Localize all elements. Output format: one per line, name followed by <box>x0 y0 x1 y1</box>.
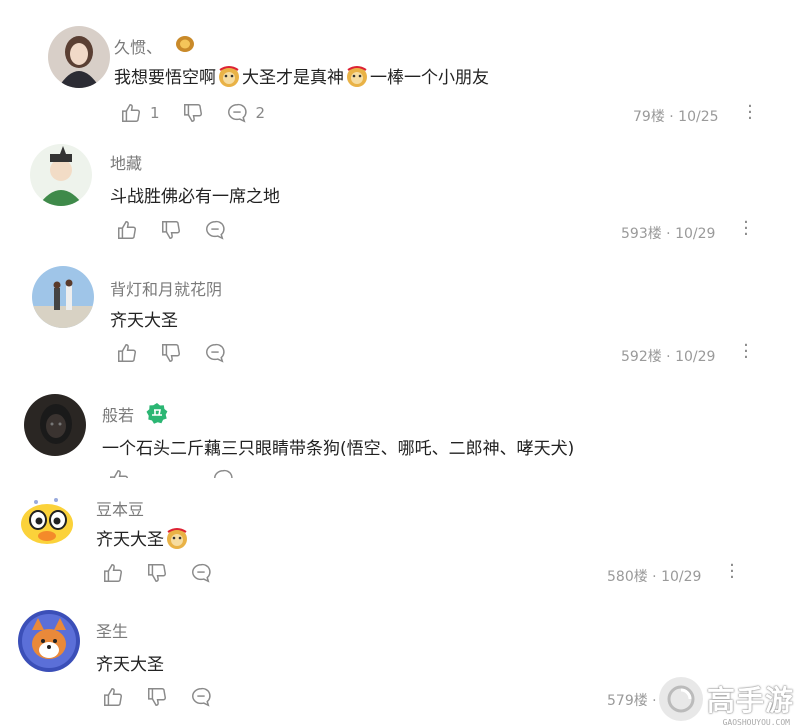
more-options-icon[interactable]: · · · <box>742 337 750 367</box>
comment-4: 般若 一个石头二斤藕三只眼睛带条狗(悟空、哪吒、二郎神、哮天犬) <box>0 380 800 478</box>
comment-text: 斗战胜佛必有一席之地 <box>110 187 280 207</box>
username[interactable]: 久惯、 <box>114 34 162 58</box>
chat-bubble-icon <box>192 563 211 583</box>
floor-date: 79楼 · 10/25 <box>633 109 719 125</box>
reply-button[interactable] <box>204 219 226 241</box>
avatar[interactable] <box>16 490 78 552</box>
chat-bubble-icon <box>192 687 211 707</box>
like-button[interactable] <box>102 562 124 584</box>
comment-actions <box>102 686 234 708</box>
thumbs-up-icon <box>110 470 128 478</box>
monkey-emoji-icon <box>347 65 367 87</box>
like-button[interactable]: 1 <box>120 102 160 124</box>
comment-actions <box>116 342 248 364</box>
thumbs-down-icon <box>162 344 180 362</box>
thumbs-down-icon <box>183 104 202 122</box>
reply-button[interactable] <box>190 686 212 708</box>
comment-text: 齐天大圣 <box>96 655 164 675</box>
username[interactable]: 圣生 <box>96 618 128 642</box>
watermark: 高手游 <box>658 677 794 721</box>
comment-actions <box>102 562 234 584</box>
thumbs-up-icon <box>104 688 122 706</box>
avatar[interactable] <box>30 144 92 206</box>
comment-text-part: 齐天大圣 <box>96 530 164 550</box>
chat-bubble-icon <box>206 220 225 240</box>
avatar-image <box>18 610 80 672</box>
dislike-button[interactable] <box>160 342 182 364</box>
dislike-button[interactable] <box>182 102 204 124</box>
like-button[interactable] <box>116 342 138 364</box>
comment-1: 久惯、 我想要悟空啊 大圣才是真神 一棒一个小朋友 1 2 79楼 · 10/2… <box>40 0 800 136</box>
avatar[interactable] <box>48 26 110 88</box>
like-button[interactable] <box>108 468 130 478</box>
username[interactable]: 地藏 <box>110 150 142 174</box>
reply-button[interactable]: 2 <box>226 102 266 124</box>
avatar-image <box>30 144 92 206</box>
avatar-image <box>24 394 86 456</box>
thumbs-up-icon <box>118 221 136 239</box>
avatar[interactable] <box>32 266 94 328</box>
comment-actions <box>108 468 256 478</box>
dislike-button[interactable] <box>212 468 234 478</box>
comment-5: 豆本豆 齐天大圣 580楼 · 10/29 · · · <box>0 478 780 600</box>
thumbs-down-icon <box>162 221 180 239</box>
username[interactable]: 豆本豆 <box>96 496 144 520</box>
monkey-emoji-icon <box>219 65 239 87</box>
thumbs-up-icon <box>118 344 136 362</box>
thumbs-up-icon <box>122 104 140 122</box>
comment-actions <box>116 219 248 241</box>
comment-text: 齐天大圣 <box>110 311 178 331</box>
like-button[interactable] <box>102 686 124 708</box>
more-options-icon[interactable]: · · · <box>728 557 736 587</box>
comment-text-part: 我想要悟空啊 <box>114 68 216 88</box>
dislike-button[interactable] <box>146 686 168 708</box>
comment-text-part: 一棒一个小朋友 <box>370 68 489 88</box>
dislike-button[interactable] <box>146 562 168 584</box>
reply-button[interactable] <box>204 342 226 364</box>
avatar[interactable] <box>24 394 86 456</box>
dislike-button[interactable] <box>160 219 182 241</box>
avatar-image <box>16 490 78 552</box>
thumbs-down-icon <box>148 564 166 582</box>
comment-3: 背灯和月就花阴 齐天大圣 592楼 · 10/29 · · · <box>14 254 800 380</box>
watermark-subtext: GAOSHOUYOU.COM <box>722 718 790 727</box>
comment-text: 齐天大圣 <box>96 525 190 550</box>
watermark-text: 高手游 <box>706 684 794 717</box>
medal-icon <box>176 36 194 52</box>
floor-date: 592楼 · 10/29 <box>621 349 716 365</box>
more-options-icon[interactable]: · · · <box>746 98 754 128</box>
floor-date: 593楼 · 10/29 <box>621 226 716 242</box>
comment-actions: 1 2 <box>120 102 287 124</box>
reply-count: 2 <box>255 104 266 122</box>
comment-2: 地藏 斗战胜佛必有一席之地 593楼 · 10/29 · · · <box>14 136 800 254</box>
verified-badge-icon <box>146 403 168 424</box>
thumbs-down-icon <box>148 688 166 706</box>
monkey-emoji-icon <box>167 527 187 549</box>
username[interactable]: 般若 <box>102 402 134 426</box>
avatar[interactable] <box>18 610 80 672</box>
comment-text: 我想要悟空啊 大圣才是真神 一棒一个小朋友 <box>114 63 489 88</box>
chat-bubble-icon <box>227 103 247 123</box>
floor-date: 580楼 · 10/29 <box>607 569 702 585</box>
chat-bubble-icon <box>206 343 225 363</box>
chat-bubble-icon <box>214 469 233 478</box>
comment-text: 一个石头二斤藕三只眼睛带条狗(悟空、哪吒、二郎神、哮天犬) <box>102 439 575 459</box>
avatar-image <box>32 266 94 328</box>
reply-button[interactable] <box>190 562 212 584</box>
thumbs-up-icon <box>104 564 122 582</box>
avatar-image <box>48 26 110 88</box>
watermark-logo-icon <box>658 677 703 721</box>
username[interactable]: 背灯和月就花阴 <box>110 276 222 300</box>
comment-text-part: 大圣才是真神 <box>242 68 344 88</box>
like-count: 1 <box>150 104 160 122</box>
like-button[interactable] <box>116 219 138 241</box>
more-options-icon[interactable]: · · · <box>742 214 750 244</box>
